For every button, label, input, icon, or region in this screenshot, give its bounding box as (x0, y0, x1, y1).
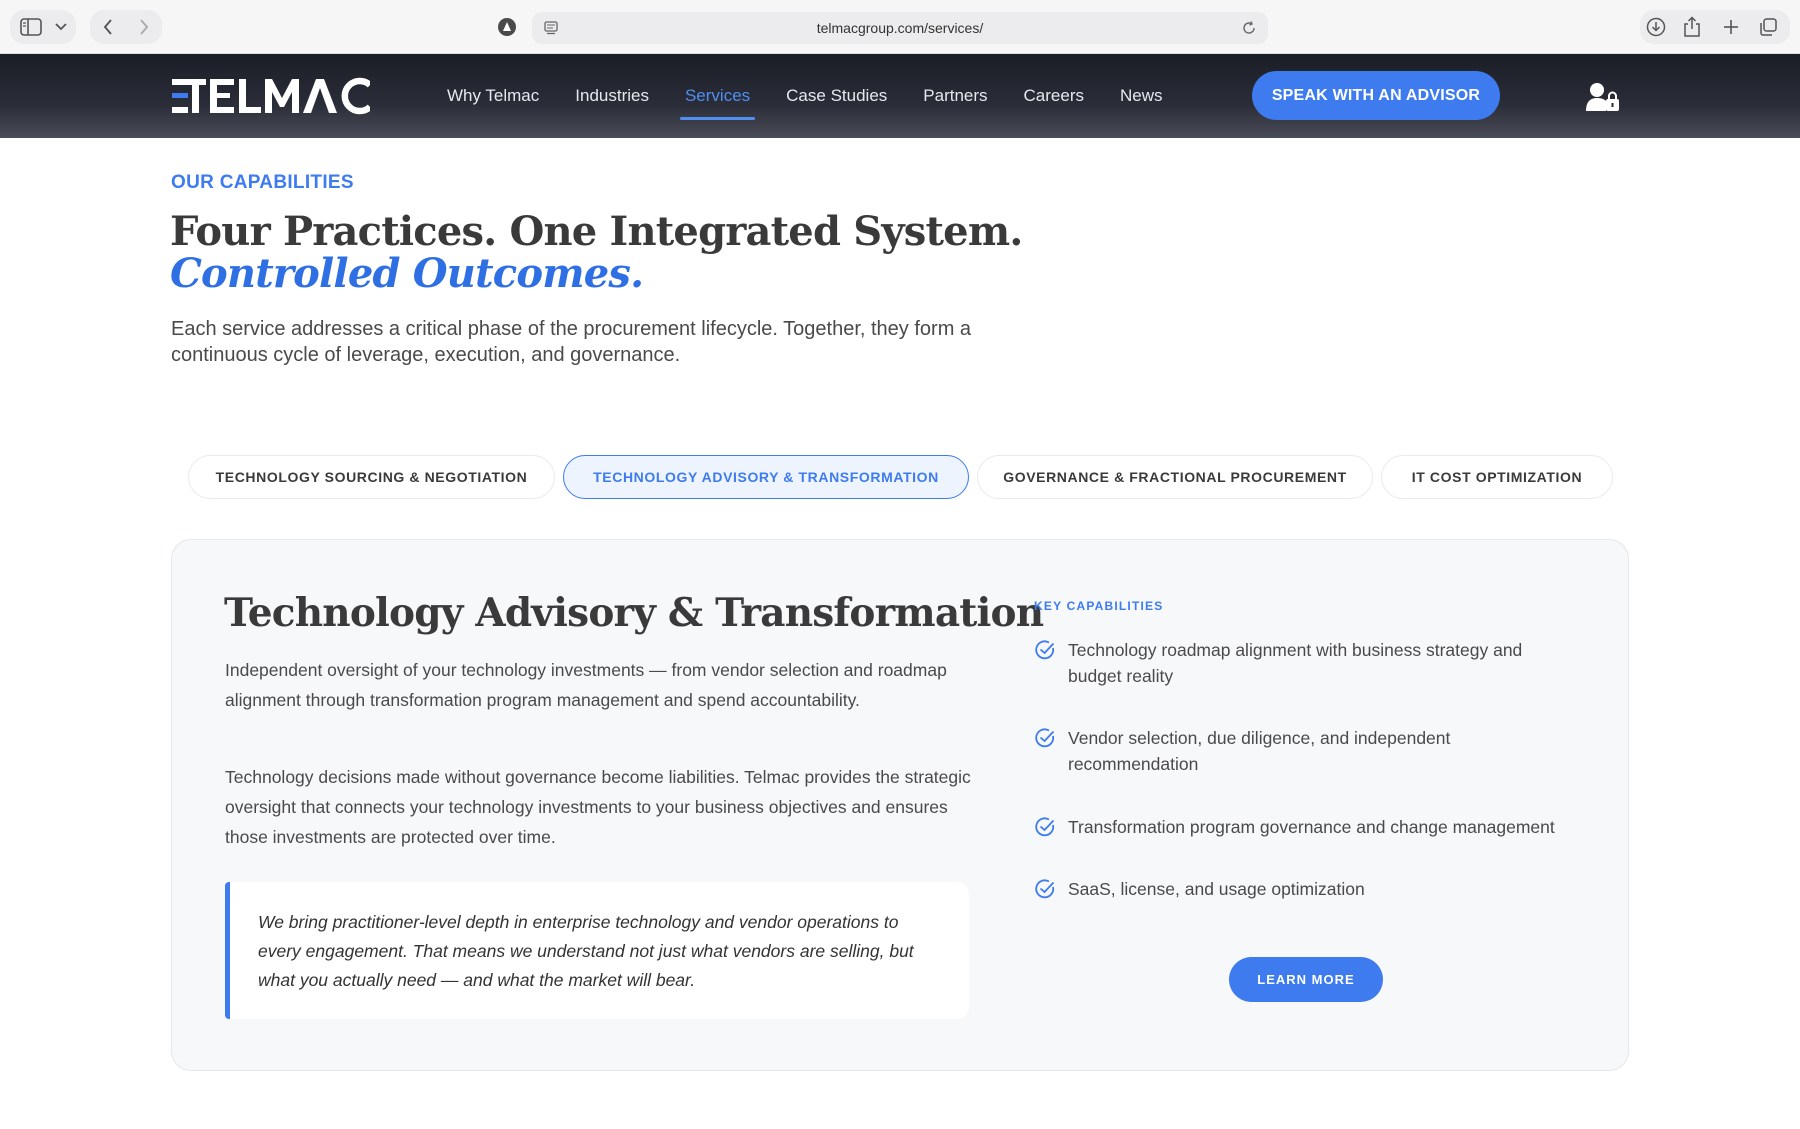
chevron-down-icon[interactable] (52, 18, 70, 36)
capability-item: SaaS, license, and usage optimization (1034, 876, 1574, 902)
panel-paragraph-2: Technology decisions made without govern… (225, 767, 971, 847)
download-icon[interactable] (1644, 15, 1668, 39)
nav-industries[interactable]: Industries (570, 80, 654, 112)
capability-item: Transformation program governance and ch… (1034, 814, 1574, 840)
panel-quote: We bring practitioner-level depth in ent… (225, 882, 969, 1019)
tab-technology-sourcing[interactable]: TECHNOLOGY SOURCING & NEGOTIATION (188, 455, 555, 499)
sidebar-icon[interactable] (18, 16, 44, 38)
site-favicon-icon (496, 16, 518, 38)
forward-icon[interactable] (134, 16, 154, 38)
capability-text: Vendor selection, due diligence, and ind… (1068, 728, 1451, 774)
nav-services[interactable]: Services (679, 80, 756, 120)
tab-it-cost-optimization[interactable]: IT COST OPTIMIZATION (1381, 455, 1613, 499)
capability-item: Technology roadmap alignment with busine… (1034, 637, 1574, 689)
tab-governance-fractional[interactable]: GOVERNANCE & FRACTIONAL PROCUREMENT (977, 455, 1373, 499)
share-icon[interactable] (1680, 14, 1704, 40)
learn-more-button[interactable]: LEARN MORE (1229, 957, 1383, 1002)
nav-why-telmac[interactable]: Why Telmac (442, 80, 544, 112)
main-nav: Why Telmac Industries Services Case Stud… (442, 54, 1194, 138)
capability-text: Transformation program governance and ch… (1068, 817, 1555, 837)
check-circle-icon (1035, 728, 1055, 748)
reader-icon[interactable] (542, 19, 560, 37)
tab-technology-advisory[interactable]: TECHNOLOGY ADVISORY & TRANSFORMATION (563, 455, 969, 499)
panel-paragraph-1: Independent oversight of your technology… (225, 660, 947, 710)
speak-with-advisor-button[interactable]: SPEAK WITH AN ADVISOR (1252, 71, 1500, 120)
capability-text: SaaS, license, and usage optimization (1068, 879, 1365, 899)
intro-description: Each service addresses a critical phase … (171, 318, 972, 366)
section-eyebrow: OUR CAPABILITIES (171, 172, 354, 193)
nav-news[interactable]: News (1115, 80, 1168, 112)
nav-careers[interactable]: Careers (1019, 80, 1089, 112)
check-circle-icon (1035, 879, 1055, 899)
new-tab-icon[interactable] (1720, 16, 1742, 38)
key-capabilities-label: KEY CAPABILITIES (1034, 599, 1164, 613)
page-headline: Four Practices. One Integrated System. (170, 208, 1023, 255)
check-circle-icon (1035, 817, 1055, 837)
capability-item: Vendor selection, due diligence, and ind… (1034, 725, 1574, 777)
url-text[interactable]: telmacgroup.com/services/ (817, 20, 984, 36)
service-panel: Technology Advisory & Transformation Ind… (171, 539, 1629, 1071)
page-headline-accent: Controlled Outcomes. (170, 250, 644, 297)
nav-partners[interactable]: Partners (918, 80, 992, 112)
tab-overview-icon[interactable] (1756, 15, 1780, 39)
panel-title: Technology Advisory & Transformation (224, 590, 1044, 636)
check-circle-icon (1035, 640, 1055, 660)
reload-icon[interactable] (1240, 19, 1258, 37)
client-login-icon[interactable] (1586, 82, 1620, 112)
browser-toolbar: telmacgroup.com/services/ (0, 0, 1800, 54)
nav-case-studies[interactable]: Case Studies (781, 80, 892, 112)
telmac-logo[interactable] (170, 76, 370, 116)
site-header: Why Telmac Industries Services Case Stud… (0, 54, 1800, 138)
capability-text: Technology roadmap alignment with busine… (1068, 640, 1523, 686)
address-bar[interactable]: telmacgroup.com/services/ (532, 12, 1268, 44)
back-icon[interactable] (98, 16, 118, 38)
service-tabs: TECHNOLOGY SOURCING & NEGOTIATION TECHNO… (188, 455, 1621, 499)
